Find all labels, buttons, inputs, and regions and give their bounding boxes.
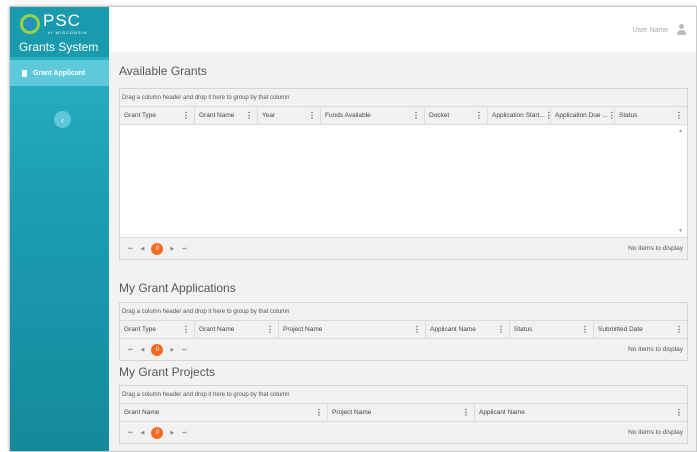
app-name: Grants System (19, 40, 99, 54)
column-menu-icon: ⋮ (497, 325, 505, 334)
column-header[interactable]: Grant Name ⋮ (195, 107, 258, 124)
my-applications-title: My Grant Applications (119, 281, 236, 295)
pager: ⏮ ◀ 0 ▶ ⏭ No items to display (120, 422, 687, 443)
column-menu-icon: ⋮ (245, 111, 253, 120)
column-menu-icon: ⋮ (315, 408, 323, 417)
pager-info: No items to display (628, 245, 683, 252)
chevron-left-icon: ‹ (61, 114, 64, 125)
next-page-icon[interactable]: ▶ (170, 246, 174, 252)
pager: ⏮ ◀ 0 ▶ ⏭ No items to display (120, 238, 687, 259)
prev-page-icon[interactable]: ◀ (141, 430, 145, 436)
scroll-down-icon[interactable]: ▼ (678, 228, 683, 234)
user-name[interactable]: User Name (633, 27, 668, 34)
column-header[interactable]: Applicant Name ⋮ (475, 404, 687, 421)
next-page-icon[interactable]: ▶ (170, 430, 174, 436)
grid-header: Grant Type ⋮ Grant Name ⋮ Project Name ⋮ Ap… (120, 321, 687, 339)
current-page-button[interactable]: 0 (151, 343, 164, 356)
available-grants-grid: Drag a column header and drop it here to… (119, 88, 688, 260)
current-page-button[interactable]: 0 (151, 242, 164, 255)
column-menu-icon: ⋮ (182, 111, 190, 120)
grid-header: Grant Name ⋮ Project Name ⋮ Applicant Name… (120, 404, 687, 422)
prev-page-icon[interactable]: ◀ (141, 347, 145, 353)
main-content: Available Grants Drag a column header an… (109, 52, 696, 451)
column-menu-icon: ⋮ (675, 408, 683, 417)
group-drop-zone[interactable]: Drag a column header and drop it here to… (120, 386, 687, 404)
column-menu-icon: ⋮ (581, 325, 589, 334)
column-menu-icon: ⋮ (308, 111, 316, 120)
pager-info: No items to display (628, 346, 683, 353)
last-page-icon[interactable]: ⏭ (182, 347, 187, 353)
column-header[interactable]: Status ⋮ (615, 107, 687, 124)
sidebar-item-grant-applicant[interactable]: Grant Applicant (10, 60, 109, 86)
pager-info: No items to display (628, 429, 683, 436)
grid-header: Grant Type ⋮ Grant Name ⋮ Year ⋮ Funds Avai… (120, 107, 687, 125)
my-projects-title: My Grant Projects (119, 365, 216, 379)
scroll-up-icon[interactable]: ▲ (678, 128, 683, 134)
group-drop-zone[interactable]: Drag a column header and drop it here to… (120, 89, 687, 107)
column-menu-icon: ⋮ (413, 325, 421, 334)
column-header[interactable]: Grant Name ⋮ (120, 404, 328, 421)
column-menu-icon: ⋮ (462, 408, 470, 417)
logo-text: PSC (43, 11, 81, 30)
grid-body[interactable]: ▲ ▼ (120, 125, 687, 238)
column-header[interactable]: Grant Type ⋮ (120, 107, 195, 124)
column-header[interactable]: Project Name ⋮ (328, 404, 475, 421)
column-header[interactable]: Submitted Date ⋮ (594, 321, 687, 338)
my-applications-grid: Drag a column header and drop it here to… (119, 302, 688, 361)
column-menu-icon: ⋮ (475, 111, 483, 120)
column-header[interactable]: Year ⋮ (258, 107, 321, 124)
column-header[interactable]: Docket ⋮ (425, 107, 488, 124)
column-header[interactable]: Applicant Name ⋮ (426, 321, 510, 338)
current-page-button[interactable]: 0 (151, 426, 164, 439)
column-header[interactable]: Funds Available ⋮ (321, 107, 425, 124)
user-icon[interactable] (676, 24, 686, 36)
logo-subtext: of WISCONSIN (48, 30, 88, 35)
sidebar: PSC of WISCONSIN Grants System Grant App… (10, 7, 109, 451)
column-menu-icon: ⋮ (412, 111, 420, 120)
column-header[interactable]: Project Name ⋮ (279, 321, 426, 338)
column-menu-icon: ⋮ (266, 325, 274, 334)
group-drop-zone[interactable]: Drag a column header and drop it here to… (120, 303, 687, 321)
prev-page-icon[interactable]: ◀ (141, 246, 145, 252)
column-menu-icon: ⋮ (675, 111, 683, 120)
brand-header: PSC of WISCONSIN Grants System (10, 7, 109, 57)
document-icon (22, 69, 27, 77)
column-header[interactable]: Application Start...⋮ (488, 107, 551, 124)
column-menu-icon: ⋮ (182, 325, 190, 334)
column-header[interactable]: Status ⋮ (510, 321, 594, 338)
first-page-icon[interactable]: ⏮ (128, 347, 133, 353)
top-bar: User Name (109, 7, 696, 53)
available-grants-title: Available Grants (119, 64, 207, 78)
first-page-icon[interactable]: ⏮ (128, 430, 133, 436)
column-header[interactable]: Grant Name ⋮ (195, 321, 279, 338)
my-projects-grid: Drag a column header and drop it here to… (119, 385, 688, 444)
first-page-icon[interactable]: ⏮ (128, 246, 133, 252)
column-menu-icon: ⋮ (607, 111, 615, 120)
column-header[interactable]: Application Due ... ⋮ (551, 107, 615, 124)
app-window: PSC of WISCONSIN Grants System Grant App… (9, 6, 697, 452)
pager: ⏮ ◀ 0 ▶ ⏭ No items to display (120, 339, 687, 360)
psc-logo-icon (20, 14, 40, 34)
last-page-icon[interactable]: ⏭ (182, 430, 187, 436)
sidebar-item-label: Grant Applicant (33, 69, 86, 77)
column-header[interactable]: Grant Type ⋮ (120, 321, 195, 338)
next-page-icon[interactable]: ▶ (170, 347, 174, 353)
column-menu-icon: ⋮ (675, 325, 683, 334)
last-page-icon[interactable]: ⏭ (182, 246, 187, 252)
collapse-sidebar-button[interactable]: ‹ (54, 111, 71, 128)
